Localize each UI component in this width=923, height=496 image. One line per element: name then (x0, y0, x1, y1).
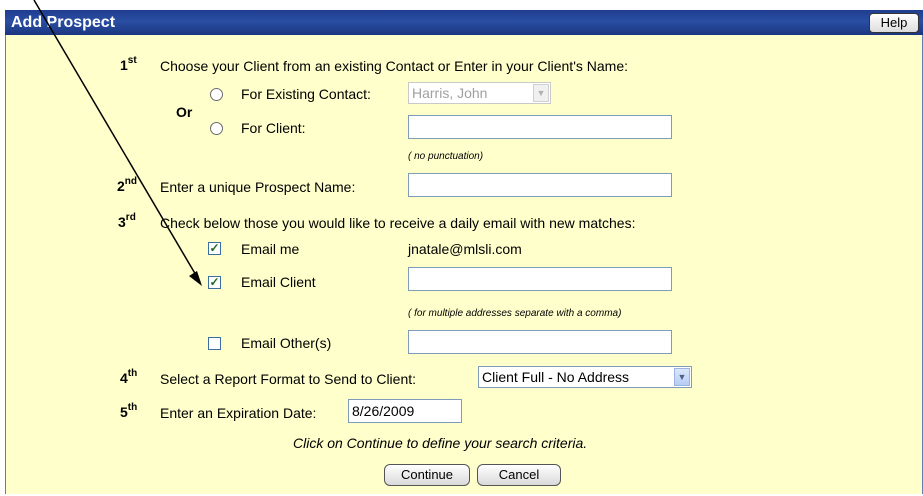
client-name-input[interactable] (408, 115, 672, 139)
help-button[interactable]: Help (869, 13, 919, 33)
email-me-label: Email me (241, 241, 300, 257)
existing-contact-label: For Existing Contact: (241, 86, 371, 102)
client-radio[interactable] (210, 122, 223, 135)
report-format-value: Client Full - No Address (482, 369, 630, 385)
step-4-text: Select a Report Format to Send to Client… (160, 371, 417, 387)
step-5-ordinal: 5th (120, 402, 138, 420)
or-label: Or (176, 104, 193, 120)
email-client-label: Email Client (241, 274, 316, 290)
step-1-ordinal: 1st (120, 55, 137, 73)
page-title: Add Prospect (11, 14, 116, 31)
step-4-ordinal: 4th (120, 368, 138, 386)
client-label: For Client: (241, 120, 306, 136)
title-bar: Add Prospect Help (5, 10, 923, 35)
prospect-name-input[interactable] (408, 173, 672, 197)
email-client-checkbox[interactable]: ✓ (208, 276, 221, 289)
step-2-text: Enter a unique Prospect Name: (160, 179, 356, 195)
email-me-address: jnatale@mlsli.com (408, 241, 522, 257)
existing-contact-value: Harris, John (412, 85, 488, 101)
email-other-input[interactable] (408, 330, 672, 354)
chevron-down-icon: ▼ (533, 84, 549, 102)
step-3-ordinal: 3rd (118, 212, 136, 230)
instruction-text: Click on Continue to define your search … (293, 435, 588, 451)
email-me-checkbox[interactable]: ✓ (208, 242, 221, 255)
step-2-ordinal: 2nd (117, 176, 138, 194)
email-other-checkbox[interactable] (208, 337, 221, 350)
chevron-down-icon: ▼ (674, 368, 690, 386)
email-other-label: Email Other(s) (241, 335, 332, 351)
report-format-select[interactable]: Client Full - No Address ▼ (478, 366, 692, 388)
no-punctuation-hint: ( no punctuation) (408, 151, 484, 162)
cancel-button[interactable]: Cancel (477, 464, 561, 486)
existing-contact-select[interactable]: Harris, John ▼ (408, 82, 551, 104)
email-client-input[interactable] (408, 267, 672, 291)
step-5-text: Enter an Expiration Date: (160, 405, 317, 421)
existing-contact-radio[interactable] (210, 88, 223, 101)
step-1-text: Choose your Client from an existing Cont… (160, 58, 628, 74)
expiration-date-input[interactable]: 8/26/2009 (348, 399, 462, 423)
step-3-text: Check below those you would like to rece… (160, 215, 636, 231)
continue-button[interactable]: Continue (384, 464, 470, 486)
multiple-addresses-hint: ( for multiple addresses separate with a… (408, 308, 622, 319)
